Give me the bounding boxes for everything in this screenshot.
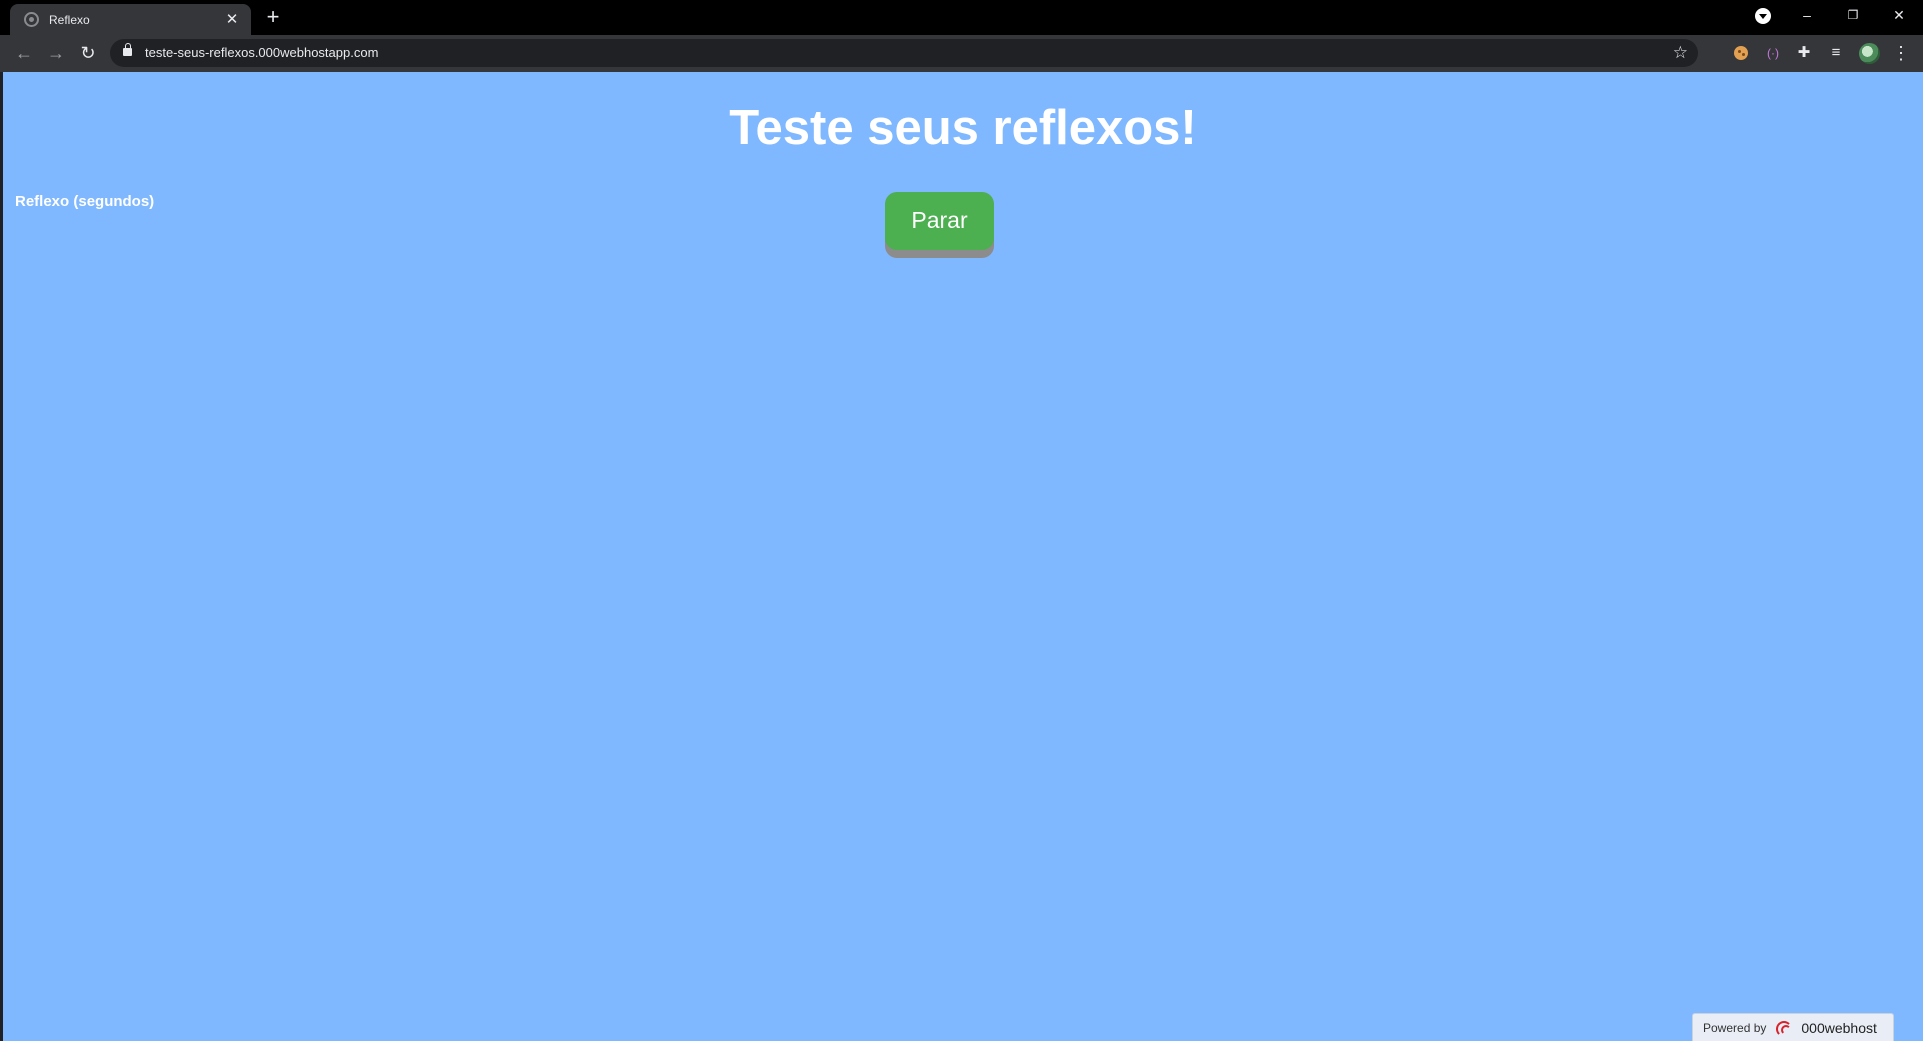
tab-reflexo[interactable]: Reflexo ✕ xyxy=(10,4,251,35)
globe-icon xyxy=(24,12,39,27)
page-content: Teste seus reflexos! Reflexo (segundos) … xyxy=(3,72,1923,1041)
new-tab-button[interactable]: + xyxy=(262,6,284,28)
000webhost-logo-icon xyxy=(1774,1019,1796,1037)
close-window-button[interactable]: ✕ xyxy=(1876,0,1922,32)
broadcast-extension-icon[interactable]: (·) xyxy=(1762,42,1784,64)
bookmark-star-icon[interactable]: ☆ xyxy=(1673,42,1688,64)
back-button[interactable]: ← xyxy=(11,40,37,66)
close-tab-icon[interactable]: ✕ xyxy=(223,11,241,29)
kebab-menu-icon[interactable]: ⋮ xyxy=(1890,42,1912,64)
lock-icon[interactable] xyxy=(123,43,132,56)
cookie-icon xyxy=(1734,46,1748,60)
browser-toolbar: ← → ↻ teste-seus-reflexos.000webhostapp.… xyxy=(0,35,1923,72)
media-playlist-icon[interactable]: ≡ xyxy=(1825,42,1847,64)
tab-search-icon[interactable] xyxy=(1755,8,1771,24)
puzzle-extensions-icon[interactable]: ✚ xyxy=(1793,42,1815,64)
page-title: Teste seus reflexos! xyxy=(729,101,1197,155)
powered-by-badge[interactable]: Powered by 000webhost xyxy=(1692,1013,1894,1041)
stop-button[interactable]: Parar xyxy=(885,192,994,250)
profile-avatar[interactable] xyxy=(1859,43,1880,64)
address-bar[interactable]: teste-seus-reflexos.000webhostapp.com ☆ xyxy=(110,39,1698,67)
powered-by-label: Powered by xyxy=(1703,1020,1767,1035)
restore-button[interactable]: ❐ xyxy=(1830,0,1876,32)
minimize-button[interactable]: – xyxy=(1784,0,1830,32)
cookie-extension-icon[interactable] xyxy=(1730,42,1752,64)
reload-button[interactable]: ↻ xyxy=(75,40,101,66)
forward-button[interactable]: → xyxy=(43,40,69,66)
tab-strip: Reflexo ✕ + – ❐ ✕ xyxy=(0,0,1923,35)
url-text[interactable]: teste-seus-reflexos.000webhostapp.com xyxy=(145,39,378,67)
tab-title: Reflexo xyxy=(49,12,90,27)
000webhost-brand: 000webhost xyxy=(1801,1019,1877,1036)
browser-window: Reflexo ✕ + – ❐ ✕ ← → ↻ teste-seus-refle… xyxy=(0,0,1923,1041)
reflex-label: Reflexo (segundos) xyxy=(15,193,155,210)
